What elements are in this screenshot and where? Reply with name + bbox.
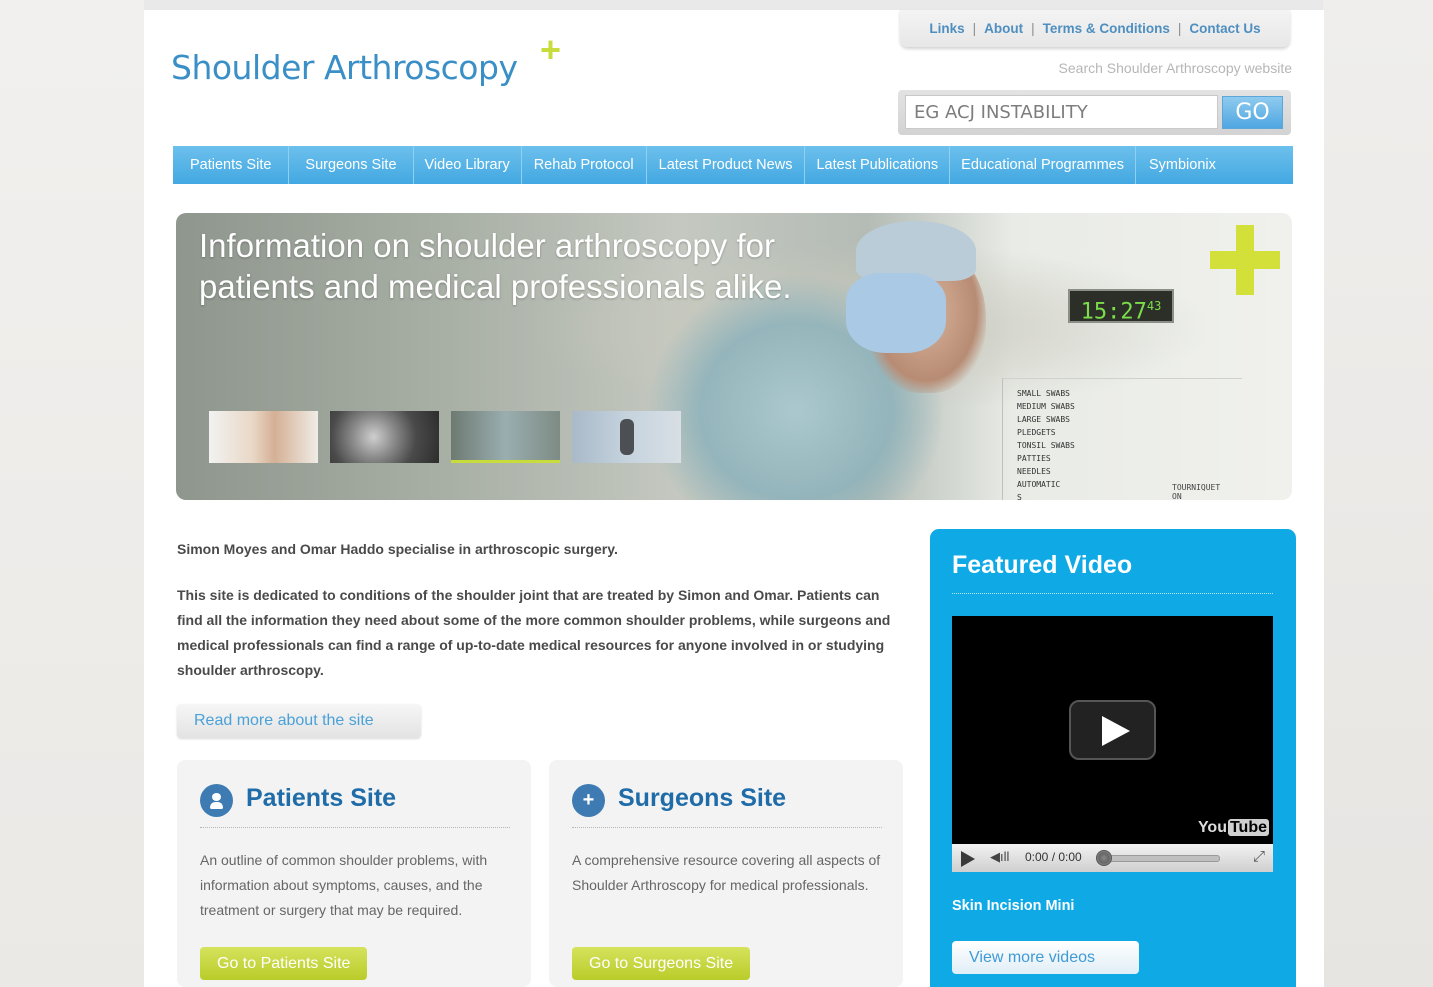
volume-icon[interactable]: ◀ıll — [990, 849, 1009, 865]
control-play-icon[interactable] — [961, 851, 975, 867]
person-icon — [200, 784, 233, 817]
surgeon-cap-image — [856, 221, 976, 281]
search-input[interactable]: EG ACJ INSTABILITY — [905, 95, 1218, 129]
clock-seconds: 43 — [1146, 299, 1162, 313]
thumbnail-golfer[interactable] — [572, 411, 681, 463]
swab-line: SMALL SWABS — [1017, 389, 1070, 398]
separator: | — [972, 21, 977, 36]
swab-line: NEEDLES — [1017, 467, 1051, 476]
thumbnail-surgery[interactable] — [451, 411, 560, 463]
progress-knob[interactable] — [1096, 850, 1112, 866]
nav-latest-product-news[interactable]: Latest Product News — [647, 146, 806, 184]
search-label: Search Shoulder Arthroscopy website — [1058, 60, 1292, 76]
nav-educational-programmes[interactable]: Educational Programmes — [950, 146, 1136, 184]
play-icon[interactable] — [1069, 700, 1156, 760]
nav-video-library[interactable]: Video Library — [414, 146, 522, 184]
page: Shoulder Arthroscopy + Links | About | T… — [144, 10, 1324, 987]
patients-site-description: An outline of common shoulder problems, … — [200, 852, 488, 918]
background-left — [0, 0, 144, 987]
thumbnail-shoulder-patient[interactable] — [209, 411, 318, 463]
about-link[interactable]: About — [984, 21, 1023, 36]
divider — [200, 827, 510, 828]
site-logo[interactable]: Shoulder Arthroscopy — [171, 48, 518, 87]
swab-line: PATTIES — [1017, 454, 1051, 463]
intro-line-1: Simon Moyes and Omar Haddo specialise in… — [177, 541, 618, 557]
swab-line: MEDIUM SWABS — [1017, 402, 1075, 411]
main-nav: Patients Site Surgeons Site Video Librar… — [173, 146, 1293, 184]
links-link[interactable]: Links — [929, 21, 964, 36]
surgeons-site-title[interactable]: Surgeons Site — [618, 784, 786, 813]
divider — [952, 593, 1273, 594]
video-player[interactable]: You Tube ◀ıll 0:00 / 0:00 ⤢ — [952, 616, 1273, 872]
thumbnail-xray[interactable] — [330, 411, 439, 463]
featured-video-panel: Featured Video You Tube ◀ıll 0:00 / 0:00 … — [930, 529, 1296, 987]
youtube-you: You — [1197, 819, 1227, 836]
hero-title: Information on shoulder arthroscopy for … — [199, 227, 792, 305]
read-more-button[interactable]: Read more about the site — [177, 704, 421, 738]
intro-line-2: This site is dedicated to conditions of … — [177, 587, 891, 678]
background-right — [1323, 0, 1433, 987]
player-controls: ◀ıll 0:00 / 0:00 ⤢ — [952, 844, 1273, 872]
hero-banner: Information on shoulder arthroscopy for … — [176, 213, 1292, 500]
tourniquet-label: TOURNIQUET ON — [1172, 483, 1220, 500]
swab-board: SMALL SWABS MEDIUM SWABS LARGE SWABS PLE… — [1002, 378, 1242, 500]
nav-rehab-protocol[interactable]: Rehab Protocol — [522, 146, 647, 184]
tourniquet-state: ON — [1172, 492, 1182, 500]
surgeons-site-card: + Surgeons Site A comprehensive resource… — [549, 760, 903, 987]
separator: | — [1031, 21, 1035, 36]
youtube-tube: Tube — [1227, 819, 1269, 836]
search-go-button[interactable]: GO — [1222, 96, 1283, 129]
clock-time: 15:27 — [1080, 299, 1147, 325]
top-links-bar: Links | About | Terms & Conditions | Con… — [900, 10, 1290, 47]
plus-icon — [1210, 225, 1280, 295]
nav-symbionix[interactable]: Symbionix — [1136, 146, 1229, 184]
surgeons-site-description: A comprehensive resource covering all as… — [572, 852, 881, 893]
intro-text: Simon Moyes and Omar Haddo specialise in… — [177, 537, 907, 704]
theatre-clock: 15:2743 — [1068, 289, 1174, 325]
plus-circle-icon: + — [572, 784, 605, 817]
swab-line: PLEDGETS — [1017, 428, 1056, 437]
patients-site-card: Patients Site An outline of common shoul… — [177, 760, 531, 987]
tourniquet-text: TOURNIQUET — [1172, 483, 1221, 492]
swab-line: TONSIL SWABS — [1017, 441, 1075, 450]
go-to-surgeons-site-button[interactable]: Go to Surgeons Site — [572, 947, 751, 980]
view-more-videos-button[interactable]: View more videos — [952, 941, 1139, 974]
swab-line: LARGE SWABS — [1017, 415, 1070, 424]
nav-patients-site[interactable]: Patients Site — [173, 146, 290, 184]
surgeon-mask-image — [846, 273, 946, 353]
patients-site-title[interactable]: Patients Site — [246, 784, 396, 813]
separator: | — [1177, 21, 1182, 36]
divider — [572, 827, 882, 828]
youtube-logo[interactable]: You Tube — [1198, 819, 1269, 837]
terms-link[interactable]: Terms & Conditions — [1043, 21, 1170, 36]
banner-thumbnails — [209, 411, 681, 463]
contact-link[interactable]: Contact Us — [1189, 21, 1260, 36]
featured-video-title: Featured Video — [952, 551, 1133, 579]
go-to-patients-site-button[interactable]: Go to Patients Site — [200, 947, 368, 980]
video-caption[interactable]: Skin Incision Mini — [952, 898, 1074, 914]
nav-latest-publications[interactable]: Latest Publications — [805, 146, 951, 184]
search-box: EG ACJ INSTABILITY GO — [898, 90, 1291, 135]
progress-bar[interactable] — [1102, 855, 1220, 862]
top-strip — [0, 0, 1433, 10]
player-time: 0:00 / 0:00 — [1025, 850, 1082, 864]
nav-surgeons-site[interactable]: Surgeons Site — [289, 146, 414, 184]
fullscreen-icon[interactable]: ⤢ — [1253, 848, 1265, 865]
logo-plus-icon: + — [540, 29, 562, 70]
